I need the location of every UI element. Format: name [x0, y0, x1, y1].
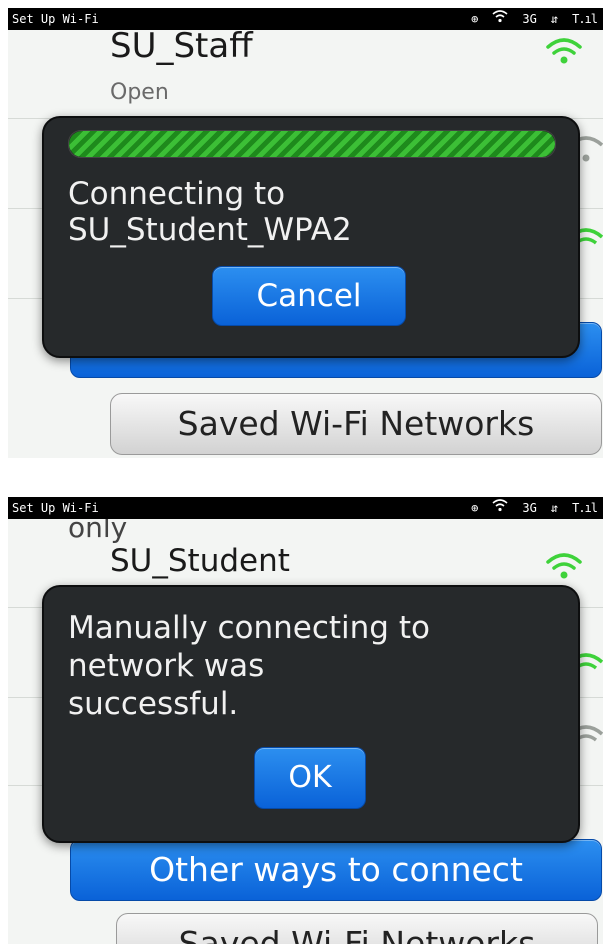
connecting-dialog: Connecting to SU_Student_WPA2 Cancel [42, 116, 580, 358]
status-bar: Set Up Wi-Fi ⊕ 3G ⇵ T.ıl [8, 8, 603, 30]
progress-fill [69, 131, 555, 157]
cell-signal-icon: T.ıl [572, 501, 598, 515]
cell-signal-icon: T.ıl [572, 12, 598, 26]
wifi-signal-icon [546, 553, 582, 579]
dialog-message: Connecting to SU_Student_WPA2 [68, 176, 352, 248]
ok-button[interactable]: OK [254, 747, 366, 809]
saved-wifi-networks-button[interactable]: Saved Wi-Fi Networks [116, 913, 598, 944]
network-type-label: 3G [522, 501, 537, 515]
status-bar-icons: ⊕ 3G ⇵ T.ıl [471, 8, 598, 30]
network-activity-icon: ⇵ [550, 12, 559, 26]
cancel-button[interactable]: Cancel [212, 266, 406, 326]
saved-wifi-networks-button[interactable]: Saved Wi-Fi Networks [110, 393, 602, 455]
network-type-label: 3G [522, 12, 537, 26]
status-bar-title: Set Up Wi-Fi [12, 12, 99, 26]
wifi-signal-icon [546, 38, 582, 64]
other-ways-to-connect-button[interactable]: Other ways to connect [70, 839, 602, 901]
list-item[interactable]: SU_Staff Open [8, 26, 603, 119]
wifi-status-icon [492, 497, 508, 519]
network-security: Open [110, 80, 169, 105]
wifi-status-icon [492, 8, 508, 30]
network-ssid: SU_Staff [110, 26, 253, 66]
success-dialog: Manually connecting to network was succe… [42, 585, 580, 843]
screen-connecting: Set Up Wi-Fi ⊕ 3G ⇵ T.ıl SU_Staff Open S… [8, 8, 603, 458]
status-bar-title: Set Up Wi-Fi [12, 501, 99, 515]
status-bar-icons: ⊕ 3G ⇵ T.ıl [471, 497, 598, 519]
network-activity-icon: ⇵ [550, 501, 559, 515]
network-ssid: SU_Student [110, 543, 290, 579]
dialog-message: Manually connecting to network was succe… [68, 610, 430, 722]
bluetooth-icon: ⊕ [471, 501, 479, 515]
connection-progress-bar [68, 130, 556, 158]
screen-success: Set Up Wi-Fi ⊕ 3G ⇵ T.ıl only SU_Student [8, 497, 603, 944]
bluetooth-icon: ⊕ [471, 12, 479, 26]
status-bar: Set Up Wi-Fi ⊕ 3G ⇵ T.ıl [8, 497, 603, 519]
